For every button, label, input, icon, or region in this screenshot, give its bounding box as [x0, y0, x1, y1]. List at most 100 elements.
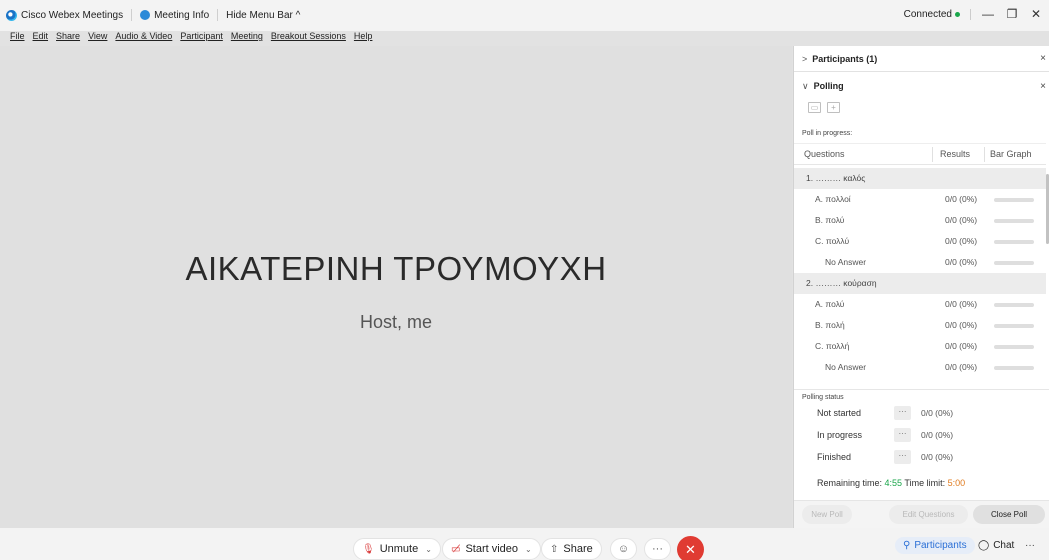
menu-help[interactable]: Help [354, 31, 373, 45]
share-label: Share [563, 543, 593, 555]
close-window-button[interactable]: ✕ [1029, 7, 1043, 21]
menu-breakout-sessions[interactable]: Breakout Sessions [271, 31, 346, 45]
answer-result: 0/0 (0%) [945, 320, 978, 330]
answer-row[interactable]: No Answer 0/0 (0%) [794, 357, 1046, 378]
chat-bubble-icon: ◯ [978, 540, 990, 551]
hide-menu-bar-button[interactable]: Hide Menu Bar ^ [226, 10, 308, 21]
answer-result: 0/0 (0%) [945, 257, 978, 267]
close-participants-icon[interactable]: × [1040, 53, 1046, 64]
hide-menu-label: Hide Menu Bar ^ [226, 9, 301, 21]
answer-text: C. πολλή [815, 341, 850, 351]
poll-timer: Remaining time: 4:55 Time limit: 5:00 [817, 478, 966, 488]
restore-button[interactable]: ❐ [1005, 7, 1019, 21]
share-button[interactable]: ⇧ Share [541, 538, 602, 560]
chevron-down-icon[interactable]: ⌄ [525, 545, 532, 554]
remaining-time-value: 4:55 [884, 478, 903, 488]
meeting-info-button[interactable]: Meeting Info [140, 10, 217, 21]
answer-text: No Answer [825, 257, 867, 267]
chevron-down-icon[interactable]: ⌄ [425, 545, 432, 554]
answer-row[interactable]: A. πολύ 0/0 (0%) [794, 294, 1046, 315]
chat-label: Chat [993, 540, 1015, 551]
more-icon: ··· [652, 543, 663, 555]
participants-button[interactable]: ⚲ Participants [895, 537, 975, 554]
answer-row[interactable]: A. πολλοί 0/0 (0%) [794, 189, 1046, 210]
col-results: Results [940, 149, 971, 159]
polling-status-label: Polling status [802, 394, 844, 401]
menu-participant[interactable]: Participant [180, 31, 223, 45]
connection-status: Connected [904, 9, 960, 20]
status-row-finished: Finished ··· 0/0 (0%) [817, 450, 954, 464]
result-bar-graph [994, 219, 1034, 223]
app-title: Cisco Webex Meetings [6, 9, 131, 21]
question-text: 1. ……… καλός [806, 173, 866, 183]
result-bar-graph [994, 303, 1034, 307]
result-bar-graph [994, 261, 1034, 265]
chat-button[interactable]: ◯ Chat [978, 540, 1014, 551]
side-panel: > Participants (1) × ∨ Polling × ▭ + Pol… [793, 46, 1049, 528]
meeting-controls-bar: 🎙︎ Unmute ⌄ ▭̸ Start video ⌄ ⇧ Share ☺ ·… [0, 528, 1049, 560]
start-video-label: Start video [465, 543, 519, 555]
poll-action-bar: New Poll Edit Questions Close Poll [794, 500, 1049, 528]
participants-label: Participants [914, 540, 967, 551]
question-row[interactable]: 1. ……… καλός [794, 168, 1046, 189]
questions-list: 1. ……… καλός A. πολλοί 0/0 (0%) B. πολύ 0/0 … [794, 168, 1046, 378]
more-options-icon[interactable]: ··· [894, 406, 911, 420]
questions-table-header: Questions Results Bar Graph [794, 143, 1046, 165]
webex-logo-icon [6, 9, 17, 21]
participant-name: ΑΙΚΑΤΕΡΙΝΗ ΤΡΟΥΜΟΥΧΗ [185, 250, 607, 287]
answer-result: 0/0 (0%) [945, 341, 978, 351]
new-poll-button[interactable]: New Poll [802, 505, 852, 524]
microphone-muted-icon: 🎙︎ [362, 543, 375, 555]
close-polling-icon[interactable]: × [1040, 81, 1046, 92]
poll-in-progress-label: Poll in progress: [802, 130, 853, 137]
open-poll-icon[interactable]: ▭ [808, 102, 821, 113]
menu-file[interactable]: File [10, 31, 25, 45]
polling-panel-header[interactable]: ∨ Polling × [794, 73, 1049, 99]
smiley-icon: ☺ [617, 543, 630, 555]
answer-row[interactable]: C. πολλή 0/0 (0%) [794, 336, 1046, 357]
answer-result: 0/0 (0%) [945, 194, 978, 204]
polling-header-label: Polling [813, 81, 844, 91]
more-icon: ··· [1025, 540, 1035, 551]
menu-audio-video[interactable]: Audio & Video [115, 31, 172, 45]
menu-edit[interactable]: Edit [33, 31, 49, 45]
answer-text: No Answer [825, 362, 867, 372]
answer-text: A. πολλοί [815, 194, 851, 204]
more-options-button[interactable]: ··· [644, 538, 671, 560]
video-stage: ΑΙΚΑΤΕΡΙΝΗ ΤΡΟΥΜΟΥΧΗ Host, me [0, 46, 792, 528]
chevron-right-icon: > [802, 53, 808, 64]
title-bar: Cisco Webex Meetings Meeting Info Hide M… [0, 0, 1049, 31]
participants-panel-header[interactable]: > Participants (1) × [794, 46, 1049, 72]
info-icon [140, 10, 151, 20]
edit-questions-button[interactable]: Edit Questions [889, 505, 968, 524]
answer-row[interactable]: B. πολύ 0/0 (0%) [794, 210, 1046, 231]
col-questions: Questions [804, 149, 845, 159]
save-poll-icon[interactable]: + [827, 102, 840, 113]
polling-status-section: Polling status Not started ··· 0/0 (0%) … [794, 389, 1049, 464]
answer-result: 0/0 (0%) [945, 215, 978, 225]
leave-meeting-button[interactable]: ✕ [677, 536, 704, 560]
participant-role: Host, me [359, 312, 433, 332]
close-poll-button[interactable]: Close Poll [973, 505, 1045, 524]
result-bar-graph [994, 366, 1034, 370]
result-bar-graph [994, 198, 1034, 202]
panel-more-button[interactable]: ··· [1025, 540, 1035, 551]
question-row[interactable]: 2. ……… κούραση [794, 273, 1046, 294]
answer-text: B. πολύ [815, 215, 845, 225]
answer-text: C. πολλύ [815, 236, 850, 246]
more-options-icon[interactable]: ··· [894, 450, 911, 464]
more-options-icon[interactable]: ··· [894, 428, 911, 442]
status-row-not-started: Not started ··· 0/0 (0%) [817, 406, 954, 420]
answer-row[interactable]: No Answer 0/0 (0%) [794, 252, 1046, 273]
unmute-button[interactable]: 🎙︎ Unmute ⌄ [353, 538, 441, 560]
answer-row[interactable]: C. πολλύ 0/0 (0%) [794, 231, 1046, 252]
menu-share[interactable]: Share [56, 31, 80, 45]
menu-meeting[interactable]: Meeting [231, 31, 263, 45]
minimize-button[interactable]: — [981, 7, 995, 21]
reactions-button[interactable]: ☺ [610, 538, 637, 560]
start-video-button[interactable]: ▭̸ Start video ⌄ [442, 538, 541, 560]
answer-row[interactable]: B. πολή 0/0 (0%) [794, 315, 1046, 336]
answer-result: 0/0 (0%) [945, 236, 978, 246]
close-icon: ✕ [685, 542, 696, 557]
menu-view[interactable]: View [88, 31, 107, 45]
